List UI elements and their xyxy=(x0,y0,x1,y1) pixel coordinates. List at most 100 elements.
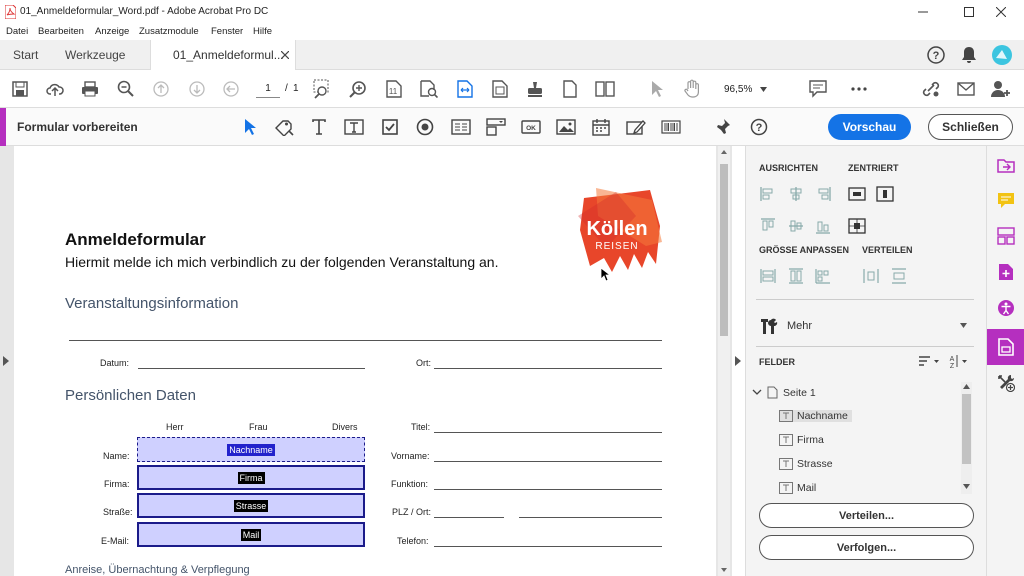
tab-document[interactable]: 01_Anmeldeformul... xyxy=(150,40,296,70)
organize-pages-icon[interactable] xyxy=(993,223,1019,249)
fields-scrollbar-thumb[interactable] xyxy=(962,394,971,464)
date-field-icon[interactable] xyxy=(591,117,611,137)
document-scrollbar[interactable] xyxy=(718,146,730,576)
dropdown-field-icon[interactable] xyxy=(486,117,506,137)
comment-tool-icon[interactable] xyxy=(993,188,1019,214)
single-page-icon[interactable] xyxy=(560,79,580,99)
checkbox-icon[interactable] xyxy=(380,117,400,137)
pin-icon[interactable] xyxy=(713,117,733,137)
stamp-icon[interactable] xyxy=(525,79,545,99)
scroll-up-arrow-icon[interactable] xyxy=(721,150,727,154)
text-tool-icon[interactable] xyxy=(309,117,329,137)
prepare-form-tool-active[interactable] xyxy=(987,329,1024,365)
radio-button-icon[interactable] xyxy=(415,117,435,137)
match-both-icon[interactable] xyxy=(814,268,832,284)
page-number-input[interactable]: 1 xyxy=(256,79,280,98)
align-left-icon[interactable] xyxy=(759,186,777,202)
form-field-strasse[interactable]: Strasse xyxy=(137,493,365,518)
image-field-icon[interactable] xyxy=(556,117,576,137)
preview-button[interactable]: Vorschau xyxy=(828,114,911,140)
align-right-icon[interactable] xyxy=(814,186,832,202)
upload-cloud-icon[interactable] xyxy=(45,79,65,99)
align-center-horizontal-icon[interactable] xyxy=(787,186,805,202)
align-middle-vertical-icon[interactable] xyxy=(787,218,805,234)
notifications-bell-icon[interactable] xyxy=(961,46,977,64)
more-tools-icon[interactable] xyxy=(993,370,1019,396)
email-icon[interactable] xyxy=(956,79,976,99)
fit-width-icon[interactable] xyxy=(455,79,475,99)
button-field-icon[interactable]: OK xyxy=(521,117,541,137)
menu-anzeige[interactable]: Anzeige xyxy=(95,26,129,37)
list-box-icon[interactable] xyxy=(451,117,471,137)
print-icon[interactable] xyxy=(80,79,100,99)
text-field-icon[interactable] xyxy=(344,117,364,137)
form-field-firma[interactable]: Firma xyxy=(137,465,365,490)
back-icon[interactable] xyxy=(221,79,241,99)
more-tools-dropdown[interactable]: Mehr xyxy=(759,316,974,336)
match-height-icon[interactable] xyxy=(787,268,805,284)
tab-start[interactable]: Start xyxy=(13,40,38,70)
fields-scrollbar[interactable] xyxy=(961,382,972,494)
distribute-horizontal-icon[interactable] xyxy=(862,268,880,284)
digital-signature-icon[interactable] xyxy=(626,117,646,137)
distribute-vertical-icon[interactable] xyxy=(890,268,908,284)
form-field-nachname[interactable]: Nachname xyxy=(137,437,365,462)
zoom-dropdown[interactable]: 96,5% xyxy=(717,79,775,99)
tree-field-strasse[interactable]: Strasse xyxy=(779,458,833,470)
close-window-button[interactable] xyxy=(978,0,1024,24)
page-numbers-icon[interactable]: 11 xyxy=(384,79,404,99)
form-field-mail[interactable]: Mail xyxy=(137,522,365,547)
left-panel-toggle-icon[interactable] xyxy=(3,356,9,366)
help-circle-icon[interactable]: ? xyxy=(749,117,769,137)
tree-field-firma[interactable]: Firma xyxy=(779,434,824,446)
barcode-icon[interactable] xyxy=(661,117,681,137)
page-up-icon[interactable] xyxy=(151,79,171,99)
accessibility-icon[interactable] xyxy=(993,295,1019,321)
close-tab-icon[interactable] xyxy=(281,51,289,59)
verfolgen-button[interactable]: Verfolgen... xyxy=(759,535,974,560)
close-form-button[interactable]: Schließen xyxy=(928,114,1013,140)
hand-tool-icon[interactable] xyxy=(682,79,702,99)
comment-icon[interactable] xyxy=(808,79,828,99)
two-page-icon[interactable] xyxy=(595,79,615,99)
scroll-down-arrow-icon[interactable] xyxy=(963,484,970,489)
share-link-icon[interactable] xyxy=(921,79,941,99)
user-avatar[interactable] xyxy=(992,45,1012,65)
tree-page-node[interactable]: Seite 1 xyxy=(752,386,816,399)
center-horizontal-page-icon[interactable] xyxy=(848,186,866,202)
menu-fenster[interactable]: Fenster xyxy=(211,26,243,37)
add-user-icon[interactable] xyxy=(991,79,1011,99)
document-area[interactable]: Köllen REISEN Anmeldeformular Hiermit me… xyxy=(0,146,741,576)
tab-werkzeuge[interactable]: Werkzeuge xyxy=(65,40,125,70)
menu-zusatzmodule[interactable]: Zusatzmodule xyxy=(139,26,199,37)
edit-form-icon[interactable] xyxy=(274,117,294,137)
sort-order-icon[interactable] xyxy=(918,354,940,368)
center-both-page-icon[interactable] xyxy=(848,218,866,234)
more-options-icon[interactable] xyxy=(849,79,869,99)
tree-field-mail[interactable]: Mail xyxy=(779,482,816,494)
zoom-search-icon[interactable] xyxy=(348,79,368,99)
chevron-down-icon[interactable] xyxy=(752,389,762,396)
center-vertical-page-icon[interactable] xyxy=(876,186,894,202)
select-object-icon[interactable] xyxy=(240,117,260,137)
save-icon[interactable] xyxy=(10,79,30,99)
menu-datei[interactable]: Datei xyxy=(6,26,28,37)
zoom-out-search-icon[interactable] xyxy=(116,79,136,99)
scroll-up-arrow-icon[interactable] xyxy=(963,384,970,389)
help-icon[interactable]: ? xyxy=(927,46,945,64)
page-down-icon[interactable] xyxy=(187,79,207,99)
align-top-icon[interactable] xyxy=(759,218,777,234)
match-width-icon[interactable] xyxy=(759,268,777,284)
menu-hilfe[interactable]: Hilfe xyxy=(253,26,272,37)
search-document-icon[interactable] xyxy=(419,79,439,99)
create-pdf-icon[interactable] xyxy=(993,259,1019,285)
menu-bearbeiten[interactable]: Bearbeiten xyxy=(38,26,84,37)
marquee-zoom-icon[interactable] xyxy=(313,79,333,99)
right-panel-toggle-icon[interactable] xyxy=(735,356,741,366)
verteilen-button[interactable]: Verteilen... xyxy=(759,503,974,528)
full-screen-icon[interactable] xyxy=(490,79,510,99)
export-pdf-icon[interactable] xyxy=(993,152,1019,178)
tree-field-nachname[interactable]: Nachname xyxy=(779,410,852,422)
scroll-down-arrow-icon[interactable] xyxy=(721,568,727,572)
select-cursor-icon[interactable] xyxy=(647,79,667,99)
